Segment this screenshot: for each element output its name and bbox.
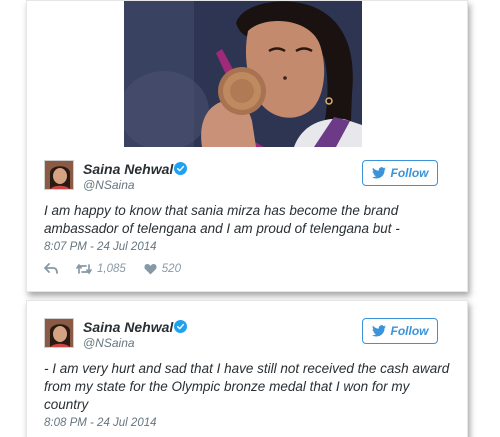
author-avatar[interactable]: [44, 318, 74, 348]
retweet-action[interactable]: 1,085: [76, 263, 126, 275]
tweet-card: Saina Nehwal @NSaina Follow I am happy t…: [26, 0, 468, 292]
tweet-text: - I am very hurt and sad that I have sti…: [44, 361, 450, 412]
tweet-photo[interactable]: [124, 1, 362, 147]
like-count: 520: [161, 263, 181, 275]
tweet-timestamp[interactable]: 8:08 PM - 24 Jul 2014: [44, 417, 157, 429]
follow-button[interactable]: Follow: [362, 318, 438, 344]
follow-button-label: Follow: [390, 324, 429, 338]
author-handle[interactable]: @NSaina: [83, 336, 135, 350]
twitter-bird-icon: [371, 325, 386, 337]
retweet-icon: [76, 264, 92, 274]
medal-kiss-photo: [124, 1, 362, 147]
screenshot-stage: Saina Nehwal @NSaina Follow I am happy t…: [0, 0, 500, 437]
like-action[interactable]: 520: [144, 263, 181, 275]
reply-icon: [44, 263, 58, 274]
verified-badge-icon: [174, 162, 187, 175]
author-name[interactable]: Saina Nehwal: [83, 319, 173, 335]
tweet-card: Saina Nehwal @NSaina Follow - I am very …: [26, 300, 468, 437]
author-name[interactable]: Saina Nehwal: [83, 161, 173, 177]
retweet-count: 1,085: [97, 263, 126, 275]
heart-icon: [144, 264, 157, 275]
twitter-bird-icon: [371, 167, 386, 179]
tweet-text: I am happy to know that sania mirza has …: [44, 203, 400, 236]
author-avatar[interactable]: [44, 160, 74, 190]
follow-button[interactable]: Follow: [362, 160, 438, 186]
follow-button-label: Follow: [390, 166, 429, 180]
tweet-actions: 1,085 520: [44, 263, 199, 275]
reply-action[interactable]: [44, 263, 58, 275]
author-handle[interactable]: @NSaina: [83, 178, 135, 192]
verified-badge-icon: [174, 320, 187, 333]
tweet-timestamp[interactable]: 8:07 PM - 24 Jul 2014: [44, 241, 157, 253]
